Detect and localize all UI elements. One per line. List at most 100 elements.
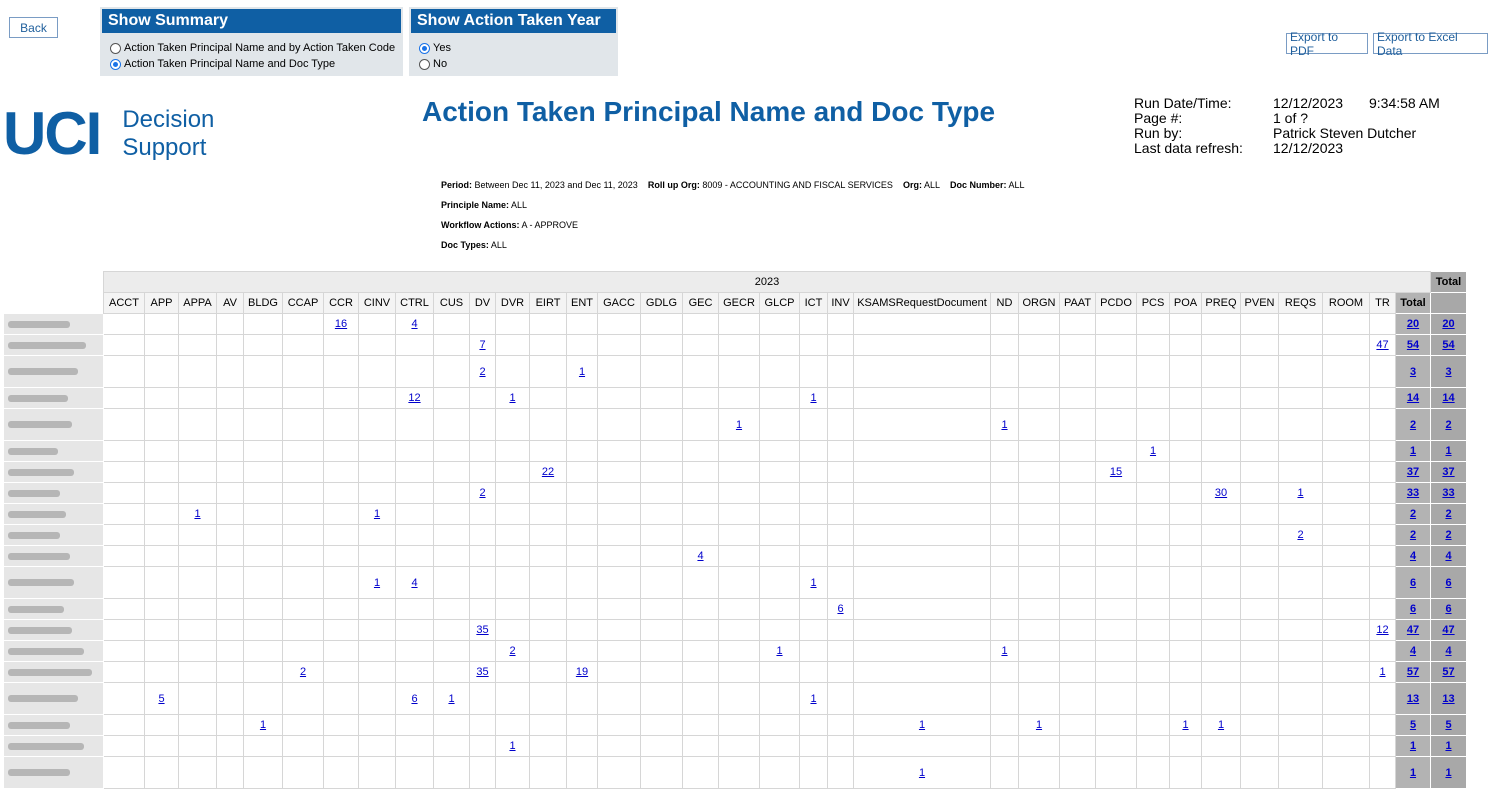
grand-total-cell[interactable]: 6 [1430, 598, 1467, 620]
row-total[interactable]: 1 [1395, 440, 1431, 462]
count-cell-ctrl[interactable]: 6 [395, 682, 434, 715]
export-excel-button[interactable]: Export to Excel Data [1373, 30, 1488, 58]
count-link[interactable]: 1 [260, 719, 266, 731]
count-cell-dv[interactable]: 2 [469, 355, 496, 388]
row-total-link[interactable]: 2 [1410, 508, 1416, 520]
row-total-link[interactable]: 5 [1410, 719, 1416, 731]
row-total[interactable]: 1 [1395, 756, 1431, 789]
count-link[interactable]: 1 [1001, 419, 1007, 431]
count-cell-ent[interactable]: 1 [566, 355, 598, 388]
count-cell-gecr[interactable]: 1 [718, 408, 760, 441]
row-total[interactable]: 14 [1395, 387, 1431, 409]
row-total[interactable]: 2 [1395, 524, 1431, 546]
export-pdf-button[interactable]: Export to PDF [1286, 30, 1368, 58]
count-cell-tr[interactable]: 1 [1369, 661, 1396, 683]
grand-total-link[interactable]: 1 [1445, 445, 1451, 457]
row-total-link[interactable]: 2 [1410, 529, 1416, 541]
count-link[interactable]: 47 [1376, 339, 1388, 351]
grand-total-link[interactable]: 54 [1442, 339, 1454, 351]
row-total[interactable]: 47 [1395, 619, 1431, 641]
grand-total-link[interactable]: 57 [1442, 666, 1454, 678]
count-link[interactable]: 1 [579, 366, 585, 378]
count-link[interactable]: 1 [509, 392, 515, 404]
count-cell-tr[interactable]: 12 [1369, 619, 1396, 641]
count-link[interactable]: 1 [810, 693, 816, 705]
count-link[interactable]: 30 [1215, 487, 1227, 499]
grand-total-link[interactable]: 37 [1442, 466, 1454, 478]
count-link[interactable]: 19 [576, 666, 588, 678]
grand-total-cell[interactable]: 2 [1430, 524, 1467, 546]
count-link[interactable]: 1 [1182, 719, 1188, 731]
count-link[interactable]: 1 [776, 645, 782, 657]
count-cell-ksamsrequestdocument[interactable]: 1 [853, 714, 991, 736]
grand-total-cell[interactable]: 4 [1430, 545, 1467, 567]
count-cell-dvr[interactable]: 1 [495, 387, 530, 409]
row-total-link[interactable]: 33 [1407, 487, 1419, 499]
count-cell-preq[interactable]: 1 [1201, 714, 1241, 736]
grand-total-link[interactable]: 33 [1442, 487, 1454, 499]
row-total-link[interactable]: 3 [1410, 366, 1416, 378]
year-option-yes[interactable]: Yes [409, 40, 618, 56]
radio-button[interactable] [110, 42, 121, 54]
row-total-link[interactable]: 54 [1407, 339, 1419, 351]
count-link[interactable]: 1 [919, 767, 925, 779]
count-link[interactable]: 35 [476, 666, 488, 678]
row-total-link[interactable]: 20 [1407, 318, 1419, 330]
grand-total-cell[interactable]: 14 [1430, 387, 1467, 409]
row-total[interactable]: 1 [1395, 735, 1431, 757]
count-link[interactable]: 2 [479, 366, 485, 378]
row-total[interactable]: 33 [1395, 482, 1431, 504]
radio-button[interactable] [419, 42, 430, 54]
count-link[interactable]: 1 [1150, 445, 1156, 457]
row-total[interactable]: 3 [1395, 355, 1431, 388]
count-link[interactable]: 35 [476, 624, 488, 636]
grand-total-link[interactable]: 14 [1442, 392, 1454, 404]
grand-total-link[interactable]: 6 [1445, 603, 1451, 615]
count-link[interactable]: 4 [697, 550, 703, 562]
count-link[interactable]: 1 [810, 577, 816, 589]
count-link[interactable]: 2 [300, 666, 306, 678]
count-cell-dvr[interactable]: 2 [495, 640, 530, 662]
count-cell-cinv[interactable]: 1 [358, 503, 396, 525]
count-link[interactable]: 1 [919, 719, 925, 731]
radio-button[interactable] [110, 58, 121, 70]
grand-total-link[interactable]: 2 [1445, 419, 1451, 431]
count-link[interactable]: 2 [1297, 529, 1303, 541]
grand-total-link[interactable]: 4 [1445, 645, 1451, 657]
grand-total-link[interactable]: 47 [1442, 624, 1454, 636]
count-cell-app[interactable]: 5 [144, 682, 179, 715]
grand-total-cell[interactable]: 2 [1430, 408, 1467, 441]
row-total[interactable]: 13 [1395, 682, 1431, 715]
count-link[interactable]: 1 [448, 693, 454, 705]
row-total-link[interactable]: 4 [1410, 550, 1416, 562]
count-cell-ksamsrequestdocument[interactable]: 1 [853, 756, 991, 789]
grand-total-cell[interactable]: 3 [1430, 355, 1467, 388]
count-link[interactable]: 15 [1110, 466, 1122, 478]
count-link[interactable]: 4 [411, 577, 417, 589]
count-cell-ctrl[interactable]: 12 [395, 387, 434, 409]
grand-total-cell[interactable]: 6 [1430, 566, 1467, 599]
count-link[interactable]: 1 [810, 392, 816, 404]
count-link[interactable]: 7 [479, 339, 485, 351]
grand-total-cell[interactable]: 47 [1430, 619, 1467, 641]
count-cell-dv[interactable]: 2 [469, 482, 496, 504]
row-total-link[interactable]: 6 [1410, 577, 1416, 589]
row-total[interactable]: 6 [1395, 566, 1431, 599]
row-total-link[interactable]: 1 [1410, 767, 1416, 779]
count-link[interactable]: 1 [736, 419, 742, 431]
count-cell-nd[interactable]: 1 [990, 408, 1019, 441]
grand-total-cell[interactable]: 54 [1430, 334, 1467, 356]
count-cell-reqs[interactable]: 2 [1278, 524, 1323, 546]
count-link[interactable]: 4 [411, 318, 417, 330]
count-cell-dv[interactable]: 35 [469, 661, 496, 683]
grand-total-cell[interactable]: 1 [1430, 735, 1467, 757]
count-link[interactable]: 2 [479, 487, 485, 499]
row-total[interactable]: 54 [1395, 334, 1431, 356]
count-link[interactable]: 1 [374, 577, 380, 589]
count-cell-pcdo[interactable]: 15 [1095, 461, 1137, 483]
grand-total-cell[interactable]: 2 [1430, 503, 1467, 525]
count-link[interactable]: 1 [1379, 666, 1385, 678]
count-link[interactable]: 1 [194, 508, 200, 520]
row-total[interactable]: 6 [1395, 598, 1431, 620]
row-total-link[interactable]: 57 [1407, 666, 1419, 678]
